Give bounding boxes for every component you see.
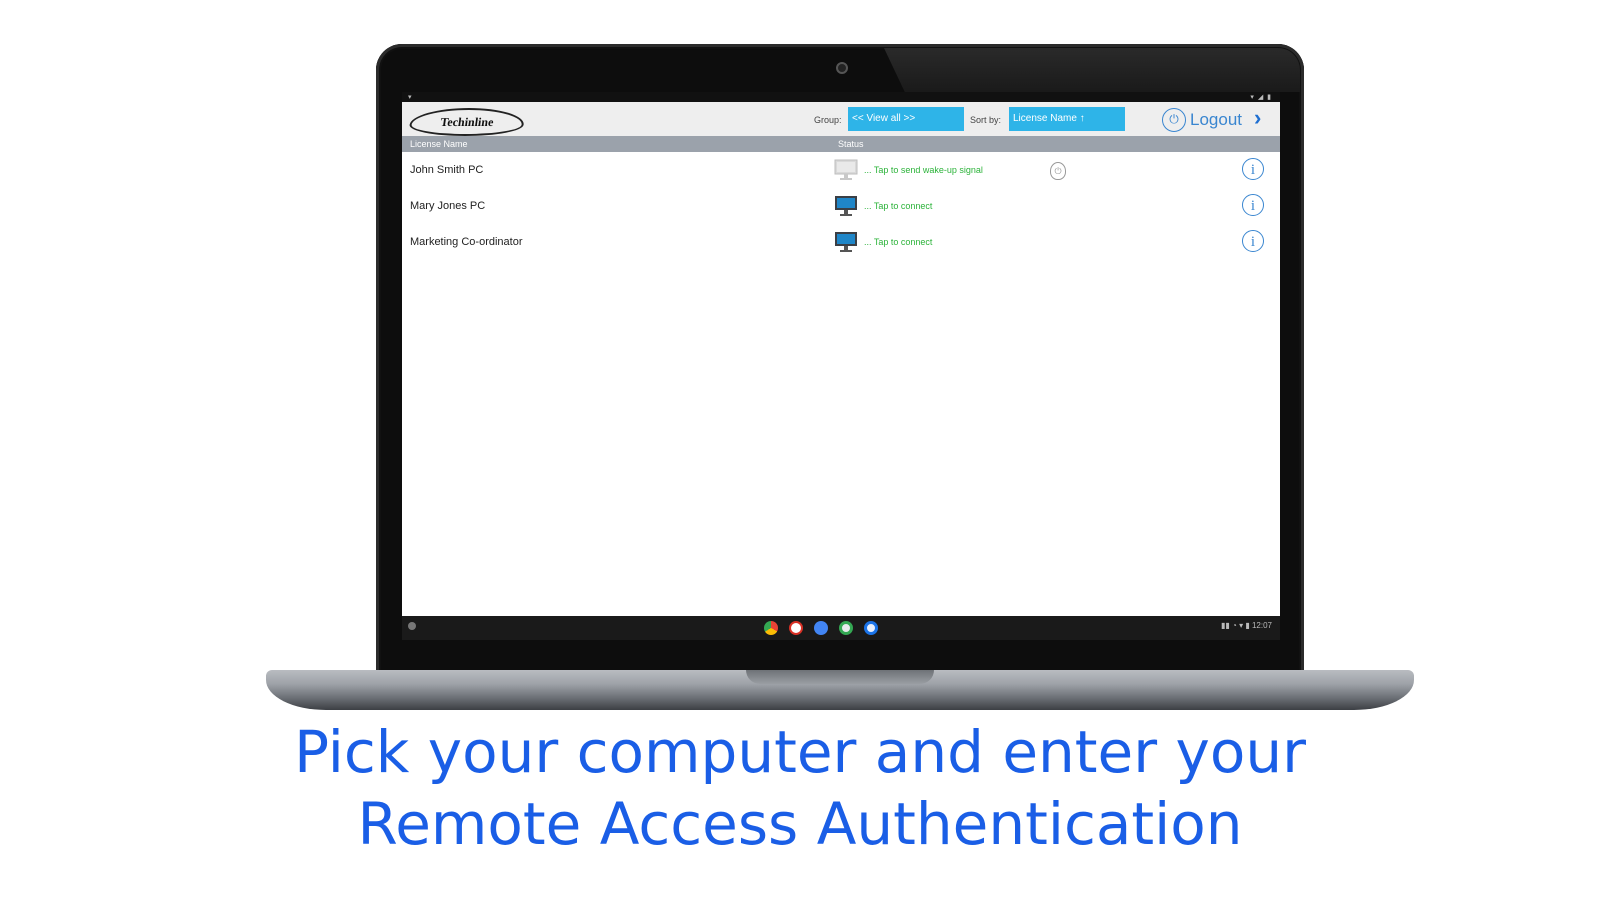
power-icon[interactable]: ⏻	[1162, 108, 1186, 132]
license-name[interactable]: John Smith PC	[410, 164, 483, 176]
monitor-on-icon[interactable]	[834, 194, 858, 218]
table-header: License Name Status	[402, 136, 1280, 152]
laptop-lid-reflection	[884, 48, 1300, 92]
status-dot-icon: ▾	[408, 94, 412, 101]
sort-select[interactable]: License Name ↑	[1009, 107, 1125, 131]
license-name[interactable]: Mary Jones PC	[410, 200, 485, 212]
license-name[interactable]: Marketing Co-ordinator	[410, 236, 523, 248]
group-label: Group:	[814, 115, 842, 125]
column-license-name[interactable]: License Name	[410, 136, 468, 152]
sort-label: Sort by:	[970, 115, 1002, 125]
chrome-icon[interactable]	[764, 621, 778, 635]
chromeos-shelf: ▮▮ ◔ ▾ ▮ 12:07	[402, 616, 1280, 640]
monitor-off-icon[interactable]	[834, 158, 858, 182]
docs-icon[interactable]	[814, 621, 828, 635]
android-status-bar: ▾ ▾ ◢ ▮	[402, 92, 1280, 102]
monitor-on-icon[interactable]	[834, 230, 858, 254]
status-text[interactable]: ... Tap to send wake-up signal	[864, 165, 983, 175]
info-icon[interactable]: i	[1242, 194, 1264, 216]
caption-line-1: Pick your computer and enter your	[294, 718, 1306, 786]
launcher-icon[interactable]	[408, 622, 416, 630]
table-row[interactable]: Marketing Co-ordinator ... Tap to connec…	[402, 224, 1280, 260]
column-status[interactable]: Status	[838, 136, 864, 152]
status-text[interactable]: ... Tap to connect	[864, 237, 932, 247]
techinline-logo: Techinline	[408, 108, 526, 136]
app-toolbar: Techinline Group: << View all >> Sort by…	[402, 102, 1280, 137]
status-icons: ▾ ◢ ▮	[1250, 94, 1272, 101]
chevron-right-icon[interactable]: ›	[1254, 105, 1261, 131]
caption-line-2: Remote Access Authentication	[357, 790, 1243, 858]
info-icon[interactable]: i	[1242, 230, 1264, 252]
play-store-icon[interactable]	[839, 621, 853, 635]
laptop-screen: ▾ ▾ ◢ ▮ Techinline Group: << View all >>…	[402, 92, 1280, 640]
info-icon[interactable]: i	[1242, 158, 1264, 180]
messages-icon[interactable]	[864, 621, 878, 635]
system-tray[interactable]: ▮▮ ◔ ▾ ▮ 12:07	[1221, 621, 1272, 630]
logout-button[interactable]: Logout	[1190, 110, 1242, 130]
table-row[interactable]: Mary Jones PC ... Tap to connect i	[402, 188, 1280, 224]
webcam	[836, 62, 848, 74]
gmail-icon[interactable]	[789, 621, 803, 635]
table-row[interactable]: John Smith PC ... Tap to send wake-up si…	[402, 152, 1280, 188]
power-plug-icon[interactable]: ⏻	[1050, 162, 1066, 180]
laptop-base-notch	[746, 670, 934, 684]
group-select[interactable]: << View all >>	[848, 107, 964, 131]
status-text[interactable]: ... Tap to connect	[864, 201, 932, 211]
